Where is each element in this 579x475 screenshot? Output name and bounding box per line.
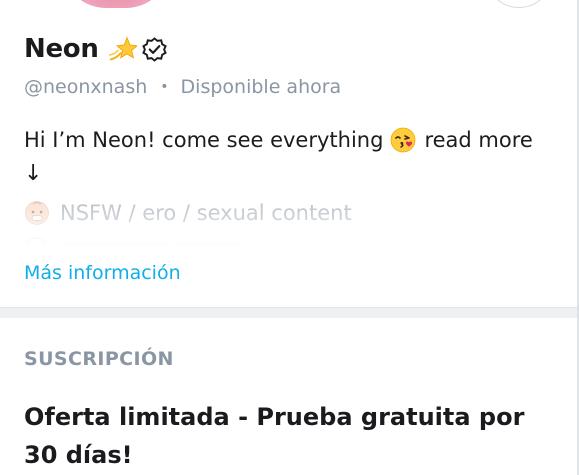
availability-status: Disponible ahora bbox=[180, 76, 342, 98]
kissing-face-icon bbox=[390, 127, 416, 153]
subscription-card: SUSCRIPCIÓN Oferta limitada - Prueba gra… bbox=[0, 318, 579, 475]
bio-faded-line-hidden bbox=[24, 234, 564, 246]
profile-handle: @neonxnash bbox=[24, 76, 148, 98]
read-more-link[interactable]: read more bbox=[424, 123, 532, 157]
profile-bio: Hi I’m Neon! come see everything read mo… bbox=[24, 123, 559, 189]
profile-name: Neon bbox=[24, 34, 99, 64]
dizzy-icon bbox=[108, 35, 138, 64]
bio-faded-text: NSFW / ero / sexual content bbox=[60, 201, 352, 225]
bio-text: Hi I’m Neon! come see everything bbox=[24, 128, 384, 152]
meta-separator: • bbox=[160, 79, 169, 95]
circle-icon bbox=[24, 236, 48, 246]
profile-action-button[interactable] bbox=[490, 0, 548, 8]
profile-name-row: Neon bbox=[24, 30, 167, 68]
subscription-offer-text: Oferta limitada - Prueba gratuita por 30… bbox=[24, 403, 525, 469]
arrow-down: ↓ bbox=[24, 161, 43, 186]
baby-face-icon bbox=[24, 200, 50, 226]
bio-first-line: Hi I’m Neon! come see everything read mo… bbox=[24, 123, 559, 157]
bio-faded-line: NSFW / ero / sexual content bbox=[24, 196, 564, 230]
verified-icon bbox=[141, 36, 167, 62]
subscription-section-title: SUSCRIPCIÓN bbox=[24, 348, 174, 370]
avatar[interactable] bbox=[62, 0, 170, 8]
faded-text-placeholder bbox=[60, 243, 170, 246]
profile-card: Neon @neonxnash • Disponible ahora Hi I’… bbox=[0, 0, 579, 308]
profile-meta-row: @neonxnash • Disponible ahora bbox=[24, 76, 341, 98]
bio-faded-continuation: NSFW / ero / sexual content bbox=[24, 196, 564, 246]
more-info-link[interactable]: Más información bbox=[24, 262, 181, 284]
profile-page: Neon @neonxnash • Disponible ahora Hi I’… bbox=[0, 0, 579, 475]
faded-accent-placeholder bbox=[178, 243, 238, 246]
